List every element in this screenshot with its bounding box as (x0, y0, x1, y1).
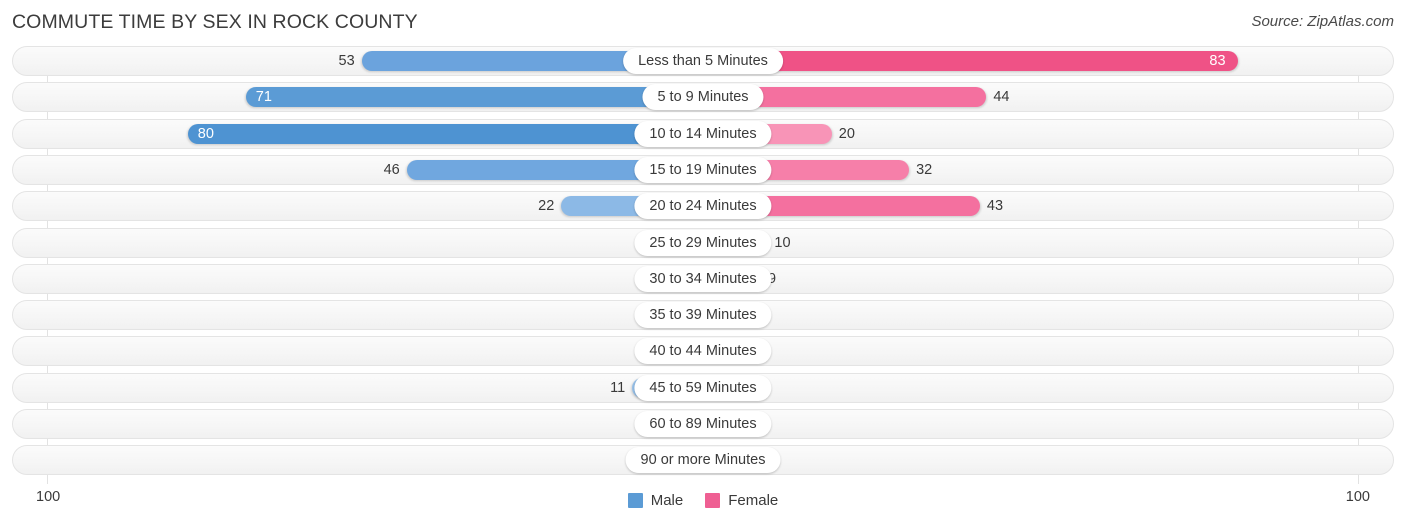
legend-swatch-female-icon (705, 493, 721, 508)
chart-row: 0590 or more Minutes (12, 445, 1394, 476)
category-label: 60 to 89 Minutes (634, 411, 772, 437)
category-label: 35 to 39 Minutes (634, 302, 772, 329)
chart-row: 2640 to 44 Minutes (12, 336, 1394, 367)
chart-header: COMMUTE TIME BY SEX IN ROCK COUNTY Sourc… (0, 0, 1406, 44)
bar-value-female: 20 (838, 125, 855, 142)
bar-female[interactable]: 83 (703, 51, 1238, 71)
legend-item-male[interactable]: Male (627, 492, 684, 509)
page-title: COMMUTE TIME BY SEX IN ROCK COUNTY (12, 11, 418, 33)
category-label: 25 to 29 Minutes (634, 229, 772, 256)
chart-row: 53 83 Less than 5 Minutes (12, 46, 1394, 76)
bar-value-female: 10 (774, 234, 791, 251)
category-label: 40 to 44 Minutes (634, 338, 772, 365)
chart-footer: 100 100 Male Female (0, 484, 1406, 523)
chart-plot-area: 53 83 Less than 5 Minutes 71 44 5 to 9 Minute… (0, 44, 1406, 484)
bar-male[interactable]: 71 (245, 87, 703, 108)
chart-row: 3930 to 34 Minutes (12, 263, 1394, 294)
chart-row: 71 44 5 to 9 Minutes (12, 82, 1394, 113)
chart-row: 0460 to 89 Minutes (12, 409, 1394, 439)
chart-row: 11545 to 59 Minutes (12, 372, 1394, 403)
legend-label-male: Male (650, 492, 684, 509)
category-label: 20 to 24 Minutes (634, 193, 772, 220)
bar-value-female: 32 (916, 161, 933, 178)
bar-value-male: 71 (255, 89, 272, 106)
source-attribution: Source: ZipAtlas.com (1251, 13, 1394, 30)
bar-value-male: 11 (610, 379, 626, 396)
chart-row: 80 20 10 to 14 Minutes (12, 118, 1394, 149)
category-label: 30 to 34 Minutes (634, 265, 772, 292)
legend-item-female[interactable]: Female (705, 492, 778, 509)
chart-row: 46 32 15 to 19 Minutes (12, 154, 1394, 185)
legend-label-female: Female (728, 492, 779, 509)
bar-value-male: 80 (197, 125, 214, 142)
bar-value-female: 83 (1209, 52, 1226, 69)
bar-value-female: 44 (993, 89, 1010, 106)
chart-row: 51025 to 29 Minutes (12, 227, 1394, 258)
bar-value-male: 22 (538, 197, 555, 214)
legend-swatch-male-icon (627, 493, 643, 508)
bar-value-male: 46 (383, 161, 400, 178)
bar-male[interactable]: 80 (187, 123, 703, 144)
chart-row: 22 43 20 to 24 Minutes (12, 191, 1394, 222)
category-label: 5 to 9 Minutes (642, 84, 764, 111)
category-label: 15 to 19 Minutes (634, 156, 772, 183)
chart-legend: Male Female (0, 492, 1406, 509)
category-label: 10 to 14 Minutes (634, 120, 772, 147)
category-label: 90 or more Minutes (625, 447, 781, 474)
chart-row: 2335 to 39 Minutes (12, 300, 1394, 331)
bar-value-male: 53 (338, 52, 355, 69)
category-label: Less than 5 Minutes (623, 48, 783, 74)
category-label: 45 to 59 Minutes (634, 374, 772, 401)
bar-value-female: 43 (986, 197, 1004, 214)
